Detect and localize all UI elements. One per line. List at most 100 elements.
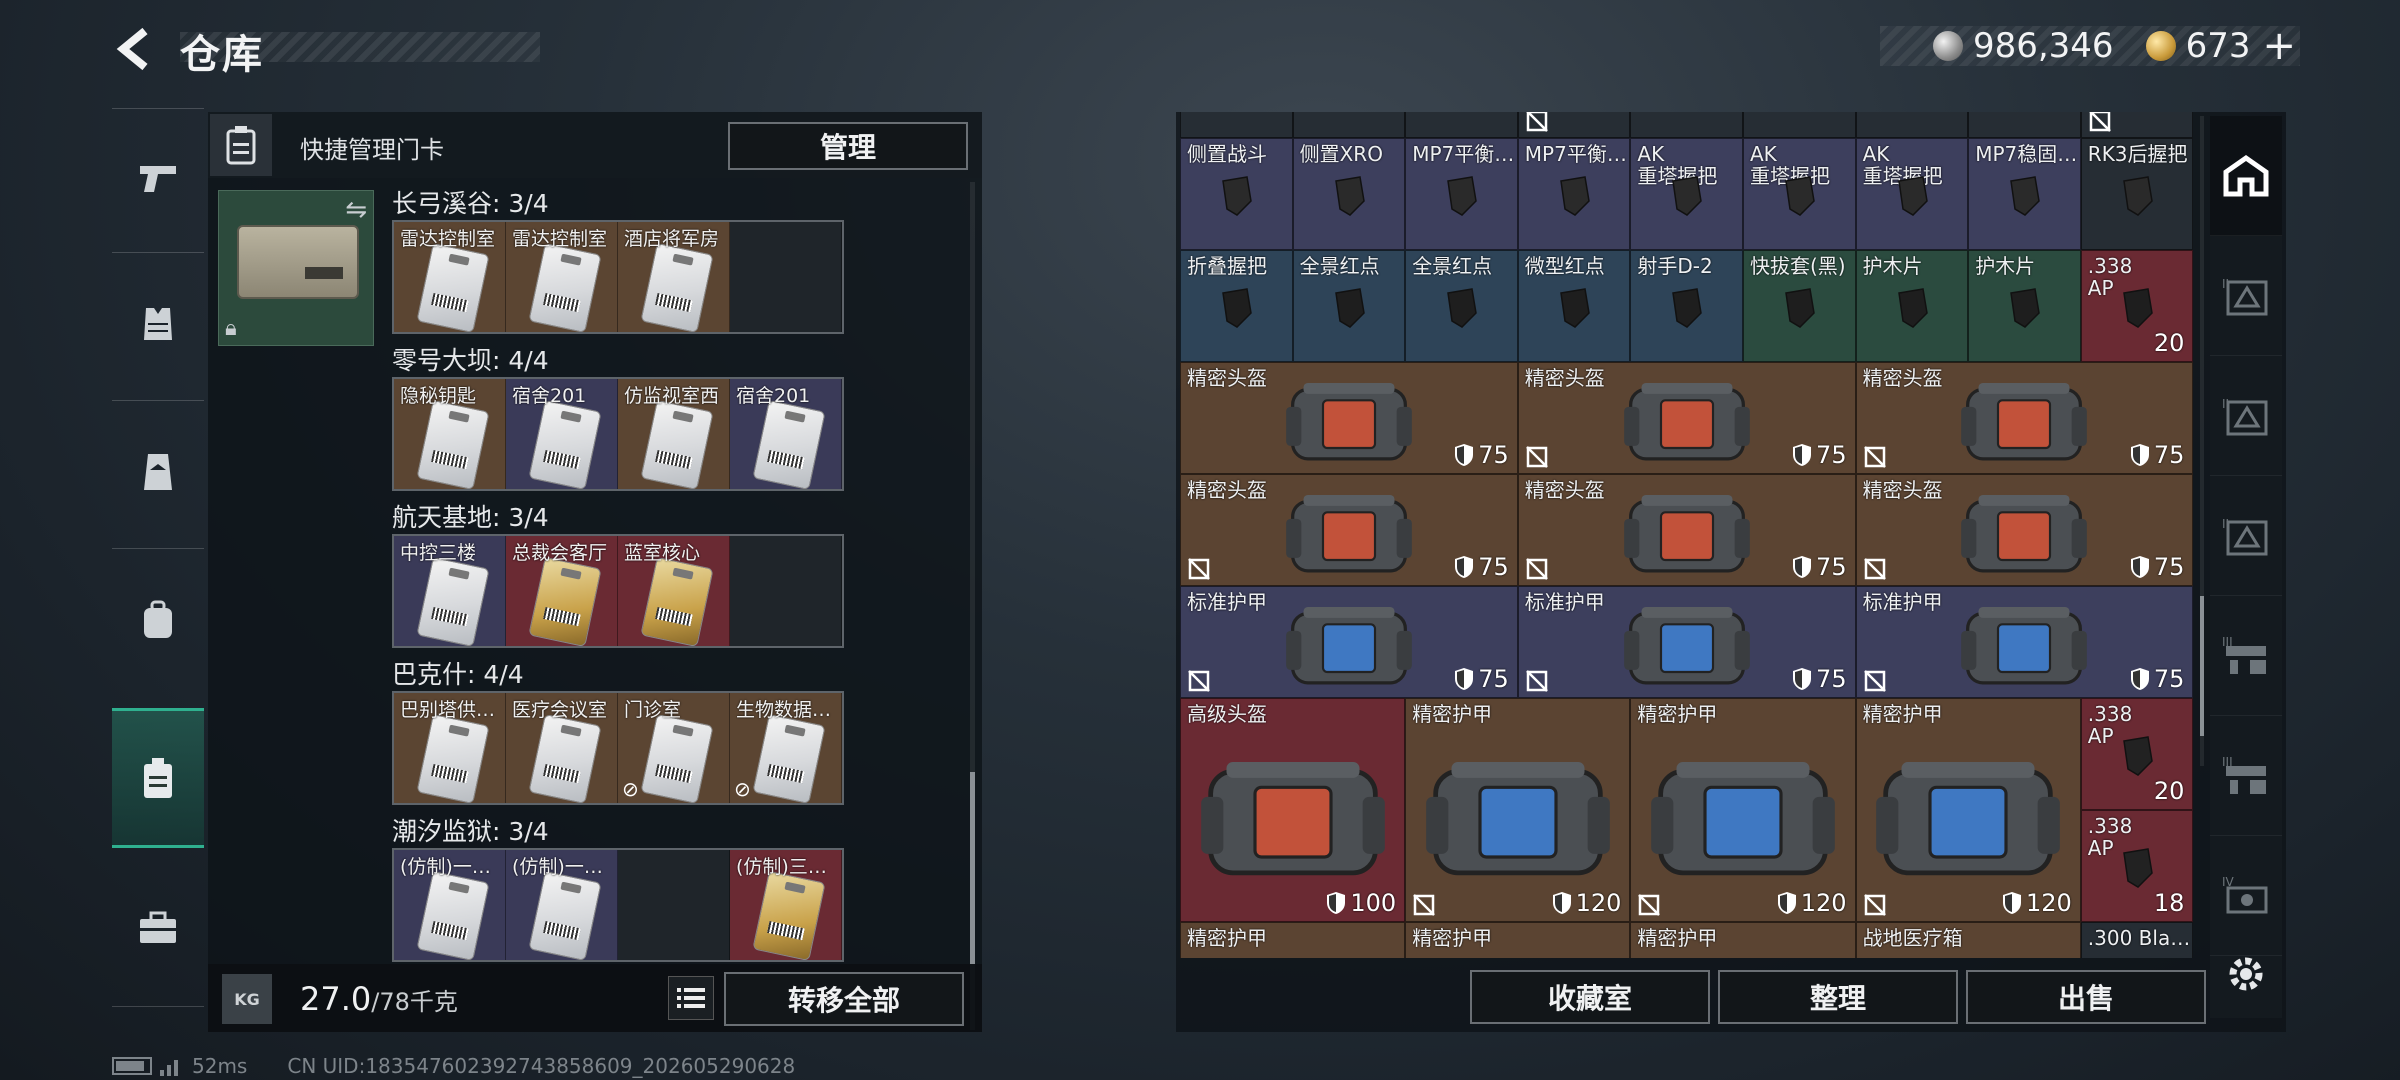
item-slot[interactable]: 标准护甲 75: [1855, 586, 2194, 698]
keycard-slot[interactable]: 隐秘钥匙: [394, 379, 506, 489]
item-slot[interactable]: 精密头盔 75: [1855, 474, 2194, 586]
item-slot[interactable]: AK 重塔握把: [1855, 138, 1969, 250]
tab-warehouse-4[interactable]: II: [2210, 476, 2282, 596]
back-button[interactable]: [110, 24, 156, 74]
sell-button[interactable]: 出售: [1966, 970, 2206, 1024]
warehouse-grid[interactable]: 侧置战斗 侧置XRO MP7平衡… MP7平衡… AK 重塔握把 AK 重塔握把 AK 重塔…: [1180, 112, 2194, 958]
item-slot[interactable]: 快拔套(黑): [1743, 250, 1856, 362]
tab-warehouse-3[interactable]: II: [2210, 356, 2282, 476]
keycard-slot[interactable]: 门诊室 ⊘: [618, 693, 730, 803]
item-slot[interactable]: 精密护甲: [1180, 922, 1406, 958]
keycard-slot[interactable]: 雷达控制室: [506, 222, 618, 332]
nav-keycards[interactable]: [112, 708, 204, 848]
sort-button[interactable]: 整理: [1718, 970, 1958, 1024]
collection-room-button[interactable]: 收藏室: [1470, 970, 1710, 1024]
item-slot[interactable]: [1743, 112, 1856, 138]
item-slot[interactable]: .338 AP 18: [2080, 810, 2194, 922]
keycard-slot[interactable]: 酒店将军房: [618, 222, 730, 332]
keycard-group-title: 巴克什: 4/4: [392, 660, 524, 689]
item-slot[interactable]: 全景红点: [1292, 250, 1406, 362]
item-slot[interactable]: 侧置XRO: [1292, 138, 1406, 250]
item-slot[interactable]: 全景红点: [1405, 250, 1518, 362]
keycard-list-scrollbar[interactable]: [970, 182, 975, 1030]
item-slot[interactable]: AK 重塔握把: [1743, 138, 1856, 250]
item-slot[interactable]: .338 AP 20: [2080, 250, 2194, 362]
item-slot[interactable]: AK 重塔握把: [1630, 138, 1743, 250]
keycard-slot[interactable]: 蓝室核心: [618, 536, 730, 646]
item-slot[interactable]: RK3后握把: [2080, 138, 2194, 250]
keycard-slot[interactable]: (仿制)三…: [730, 850, 842, 960]
item-slot[interactable]: [1630, 112, 1743, 138]
keycard-slot[interactable]: (仿制)一…: [394, 850, 506, 960]
item-slot[interactable]: 精密护甲 120: [1630, 698, 1856, 922]
item-slot[interactable]: 微型红点: [1517, 250, 1631, 362]
item-slot[interactable]: 精密头盔 75: [1517, 474, 1856, 586]
item-slot[interactable]: [1405, 112, 1518, 138]
nav-cases[interactable]: [112, 858, 204, 998]
keycard-slot[interactable]: 宿舍201: [506, 379, 618, 489]
item-slot[interactable]: MP7平衡…: [1517, 138, 1631, 250]
item-slot[interactable]: [1855, 112, 1969, 138]
warehouse-scrollbar[interactable]: [2200, 116, 2204, 766]
item-slot[interactable]: 精密头盔 75: [1180, 474, 1518, 586]
settings-button[interactable]: [2222, 950, 2270, 998]
vest-icon: [144, 308, 172, 340]
item-slot[interactable]: MP7平衡…: [1405, 138, 1518, 250]
item-slot[interactable]: 护木片: [1855, 250, 1969, 362]
item-slot[interactable]: 护木片: [1968, 250, 2081, 362]
nav-weapons[interactable]: [112, 108, 204, 248]
keycard-slot[interactable]: 医疗会议室: [506, 693, 618, 803]
transfer-all-button[interactable]: 转移全部: [724, 972, 964, 1026]
keycard-group-row: 雷达控制室 雷达控制室 酒店将军房: [392, 220, 844, 334]
keycard-slot[interactable]: 巴别塔供…: [394, 693, 506, 803]
item-slot[interactable]: [1517, 112, 1631, 138]
item-slot[interactable]: .300 Bla…: [2080, 922, 2194, 958]
keycard-slot[interactable]: 雷达控制室: [394, 222, 506, 332]
item-slot[interactable]: 精密头盔 75: [1855, 362, 2194, 474]
add-currency-button[interactable]: +: [2262, 26, 2296, 66]
swap-icon[interactable]: ⇋: [345, 195, 367, 225]
manage-button[interactable]: 管理: [728, 122, 968, 170]
item-slot[interactable]: 射手D-2: [1630, 250, 1743, 362]
tab-warehouse-7[interactable]: IV: [2210, 836, 2282, 956]
tab-warehouse-5[interactable]: III: [2210, 596, 2282, 716]
item-slot[interactable]: 标准护甲 75: [1517, 586, 1856, 698]
empty-keycard-slot[interactable]: [618, 850, 730, 960]
tab-warehouse-2[interactable]: II: [2210, 236, 2282, 356]
item-slot[interactable]: 战地医疗箱: [1855, 922, 2081, 958]
item-slot[interactable]: MP7稳固…: [1968, 138, 2081, 250]
item-slot[interactable]: [2080, 112, 2194, 138]
keycard-slot[interactable]: 仿监视室西: [618, 379, 730, 489]
tab-all-warehouse[interactable]: [2210, 116, 2282, 236]
keycard-group-row: 中控三楼 总裁会客厅 蓝室核心: [392, 534, 844, 648]
item-slot[interactable]: 侧置战斗: [1180, 138, 1293, 250]
keycard-groups-list[interactable]: 长弓溪谷: 3/4 雷达控制室 雷达控制室 酒店将军房 零号大坝: 4/4 隐秘钥匙 宿舍2…: [382, 182, 982, 1030]
item-slot[interactable]: 精密护甲 120: [1405, 698, 1631, 922]
item-slot[interactable]: 标准护甲 75: [1180, 586, 1518, 698]
item-slot[interactable]: .338 AP 20: [2080, 698, 2194, 810]
item-slot[interactable]: [1292, 112, 1406, 138]
nav-backpack[interactable]: [112, 550, 204, 690]
item-slot[interactable]: [1180, 112, 1293, 138]
list-view-button[interactable]: [668, 976, 714, 1020]
tab-warehouse-6[interactable]: III: [2210, 716, 2282, 836]
item-slot[interactable]: 精密头盔 75: [1180, 362, 1518, 474]
item-slot[interactable]: 精密护甲 120: [1855, 698, 2081, 922]
item-slot[interactable]: 精密护甲: [1630, 922, 1856, 958]
item-slot[interactable]: 高级头盔 100: [1180, 698, 1406, 922]
nav-chest-rig[interactable]: [112, 402, 204, 542]
item-slot[interactable]: 折叠握把: [1180, 250, 1293, 362]
keycard-label: 仿监视室西: [624, 385, 720, 407]
keycard-slot[interactable]: 宿舍201: [730, 379, 842, 489]
empty-keycard-slot[interactable]: [730, 536, 842, 646]
item-slot[interactable]: [1968, 112, 2081, 138]
keycard-slot[interactable]: 中控三楼: [394, 536, 506, 646]
keycard-slot[interactable]: 生物数据… ⊘: [730, 693, 842, 803]
item-slot[interactable]: 精密护甲: [1405, 922, 1631, 958]
keycard-slot[interactable]: (仿制)一…: [506, 850, 618, 960]
empty-keycard-slot[interactable]: [730, 222, 842, 332]
keycard-holder-slot[interactable]: ⇋ 🔒︎: [218, 190, 374, 346]
keycard-slot[interactable]: 总裁会客厅: [506, 536, 618, 646]
nav-armor[interactable]: [112, 254, 204, 394]
item-slot[interactable]: 精密头盔 75: [1517, 362, 1856, 474]
